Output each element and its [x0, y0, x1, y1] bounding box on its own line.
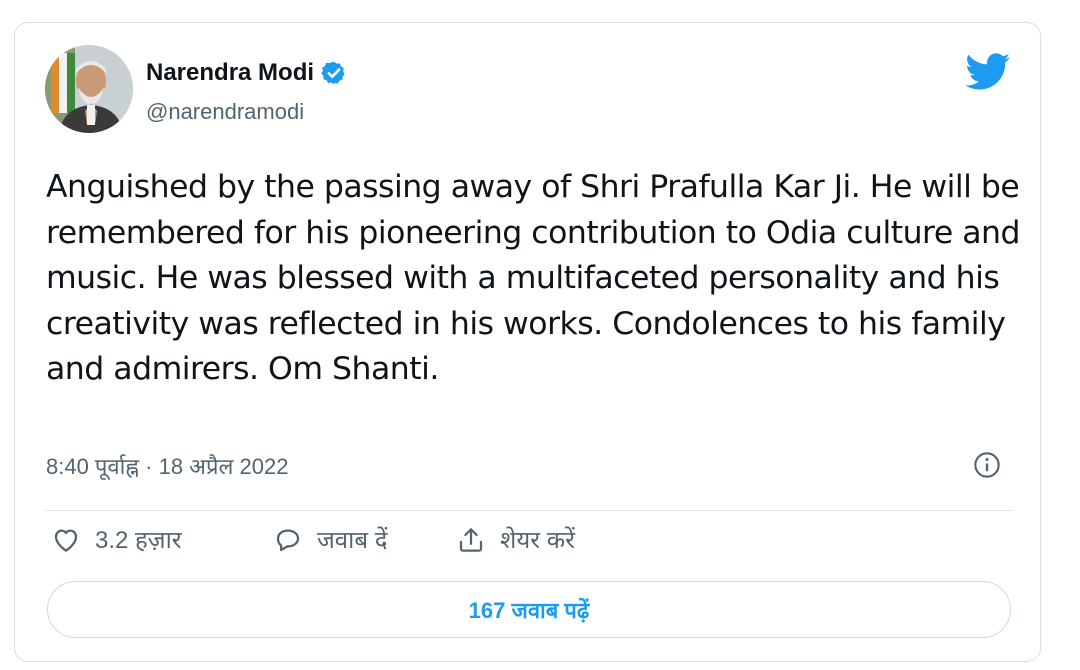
tweet-card: Narendra Modi @narendramodi Anguished by… [14, 22, 1041, 662]
verified-badge-icon [321, 61, 345, 85]
profile-photo [45, 45, 133, 133]
twitter-bird-icon[interactable] [965, 53, 1011, 91]
reply-label: जवाब दें [317, 527, 388, 554]
share-button[interactable]: शेयर करें [456, 523, 575, 556]
info-icon[interactable] [973, 451, 1001, 479]
read-replies-label: 167 जवाब पढ़ें [468, 597, 590, 623]
divider [45, 510, 1012, 511]
like-count: 3.2 हज़ार [95, 527, 182, 554]
tweet-timestamp[interactable]: 8:40 पूर्वाह्न · 18 अप्रैल 2022 [46, 451, 288, 481]
like-button[interactable]: 3.2 हज़ार [51, 523, 182, 556]
author-handle[interactable]: @narendramodi [146, 99, 304, 125]
tweet-text: Anguished by the passing away of Shri Pr… [46, 169, 1020, 387]
share-icon [459, 527, 483, 552]
author-name[interactable]: Narendra Modi [146, 59, 347, 87]
reply-bubble-icon [276, 529, 300, 551]
reply-button[interactable]: जवाब दें [273, 523, 387, 556]
author-name-text: Narendra Modi [146, 59, 315, 86]
share-label: शेयर करें [500, 527, 575, 554]
avatar[interactable] [45, 45, 133, 133]
read-replies-button[interactable]: 167 जवाब पढ़ें [47, 581, 1011, 638]
heart-icon [54, 529, 78, 552]
